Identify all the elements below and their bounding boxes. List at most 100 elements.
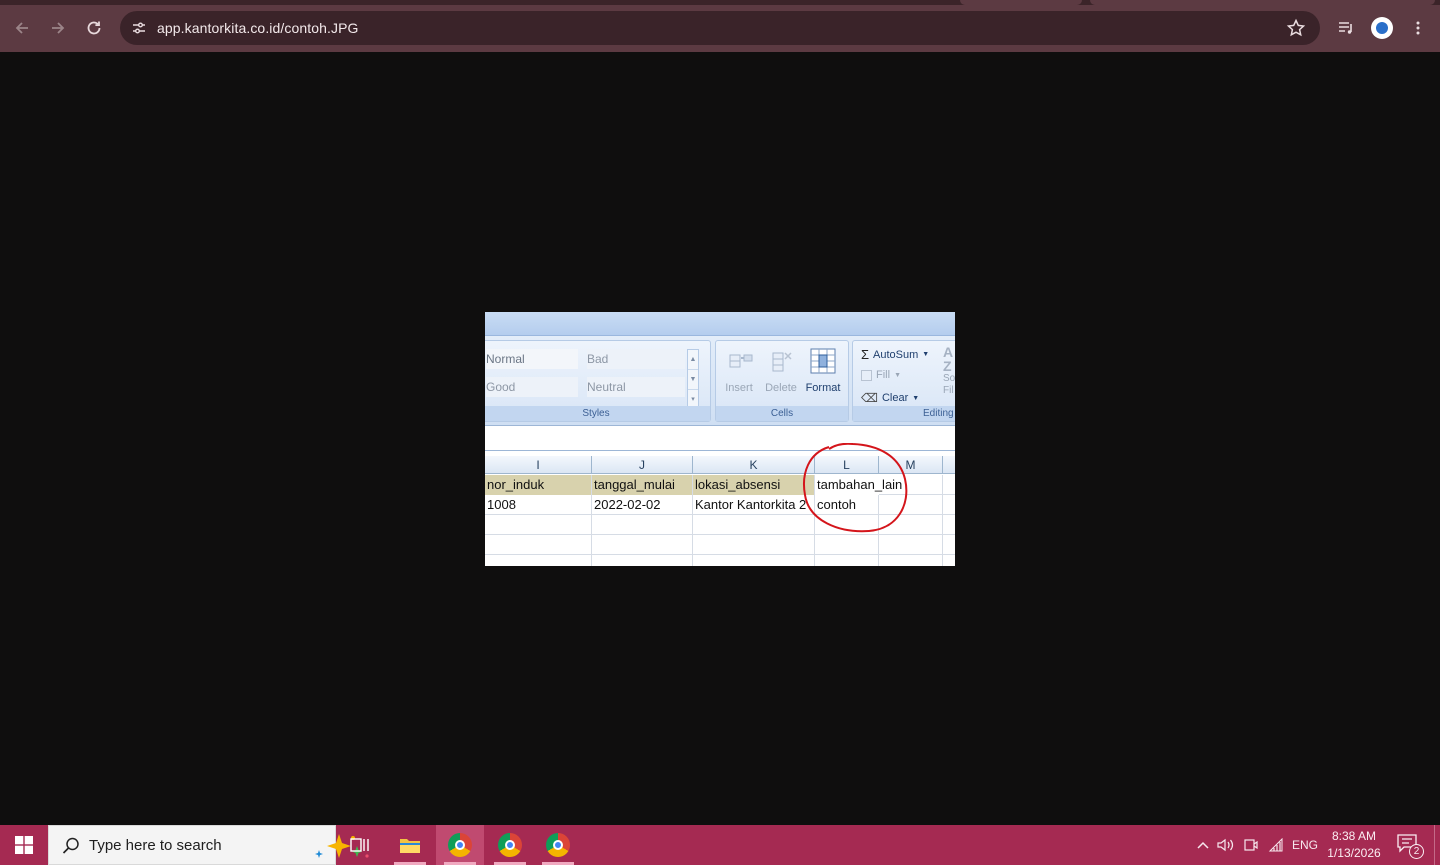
browser-menu-button[interactable]	[1404, 14, 1432, 42]
sort-filter-button[interactable]: AZ So Fil	[943, 345, 955, 397]
style-neutral[interactable]: Neutral	[587, 377, 685, 397]
cell-i-header[interactable]: nor_induk	[485, 475, 592, 495]
url-text[interactable]: app.kantorkita.co.id/contoh.JPG	[157, 20, 359, 36]
format-cells-icon	[810, 348, 836, 374]
fill-down-icon	[861, 369, 872, 381]
empty-cell[interactable]	[879, 535, 943, 555]
red-circle-annotation	[803, 443, 908, 533]
network-button[interactable]	[1264, 825, 1288, 865]
site-info-button[interactable]	[128, 17, 150, 39]
empty-cell[interactable]	[485, 515, 592, 535]
forward-button[interactable]	[44, 14, 72, 42]
chevron-down-icon: ▼	[894, 371, 901, 379]
excel-ribbon: Normal Bad Good Neutral ▲ ▼ ▾ Styles Ins…	[485, 336, 955, 426]
windows-logo-icon	[15, 836, 33, 854]
search-icon	[62, 837, 79, 854]
empty-cell[interactable]	[693, 535, 815, 555]
cell-j-data[interactable]: 2022-02-02	[592, 495, 693, 515]
reload-button[interactable]	[80, 14, 108, 42]
chevron-down-icon: ▼	[922, 351, 930, 358]
sort-label-partial-1: So	[943, 373, 955, 384]
empty-cell[interactable]	[815, 535, 879, 555]
column-header-overflow	[943, 456, 955, 474]
bookmark-button[interactable]	[1286, 18, 1306, 38]
empty-cell[interactable]	[815, 555, 879, 566]
show-desktop-button[interactable]	[1434, 825, 1440, 865]
image-viewport: Normal Bad Good Neutral ▲ ▼ ▾ Styles Ins…	[0, 52, 1440, 825]
show-hidden-icons-button[interactable]	[1192, 825, 1214, 865]
styles-gallery-scroll[interactable]: ▲ ▼ ▾	[687, 349, 699, 409]
column-header-k[interactable]: K	[693, 456, 815, 474]
insert-label: Insert	[725, 382, 753, 394]
style-good[interactable]: Good	[486, 377, 578, 397]
notification-center-button[interactable]: 2	[1396, 833, 1424, 859]
editing-group: Σ AutoSum ▼ Fill ▼ ⌫ Clear ▼ AZ So Fil E…	[852, 340, 955, 422]
scroll-up-icon[interactable]: ▲	[688, 350, 698, 370]
styles-group-label: Styles	[485, 406, 710, 421]
fill-button[interactable]: Fill ▼	[861, 369, 901, 381]
empty-cell[interactable]	[693, 555, 815, 566]
insert-button[interactable]: Insert	[720, 347, 758, 403]
eraser-icon: ⌫	[861, 391, 878, 405]
autosum-button[interactable]: Σ AutoSum ▼	[861, 347, 929, 362]
menu-kebab-icon	[1416, 21, 1420, 35]
empty-cell[interactable]	[592, 535, 693, 555]
clear-button[interactable]: ⌫ Clear ▼	[861, 391, 919, 405]
clock-time: 8:38 AM	[1331, 829, 1377, 843]
meet-now-button[interactable]	[1240, 825, 1262, 865]
cell-k-data[interactable]: Kantor Kantorkita 2	[693, 495, 815, 515]
site-info-icon	[133, 22, 145, 34]
styles-group: Normal Bad Good Neutral ▲ ▼ ▾ Styles	[485, 340, 711, 422]
clock-date: 1/13/2026	[1327, 846, 1381, 860]
table-row	[485, 555, 955, 566]
chevron-up-icon	[1197, 841, 1209, 849]
media-control-icon	[1339, 22, 1352, 34]
cells-group: Insert Delete Format Cells	[715, 340, 849, 422]
task-view-button[interactable]	[336, 825, 384, 865]
empty-cell[interactable]	[693, 515, 815, 535]
wifi-icon	[1268, 838, 1283, 852]
empty-cell[interactable]	[485, 555, 592, 566]
format-button[interactable]: Format	[804, 347, 842, 403]
cell-j-header[interactable]: tanggal_mulai	[592, 475, 693, 495]
address-bar[interactable]: app.kantorkita.co.id/contoh.JPG	[120, 11, 1320, 45]
table-row	[485, 535, 955, 555]
style-normal[interactable]: Normal	[486, 349, 578, 369]
bookmark-star-icon	[1286, 18, 1306, 37]
format-label: Format	[805, 382, 841, 394]
column-header-j[interactable]: J	[592, 456, 693, 474]
delete-button[interactable]: Delete	[762, 347, 800, 403]
clock[interactable]: 8:38 AM 1/13/2026	[1322, 828, 1386, 862]
folder-icon	[400, 839, 420, 853]
autosum-label: AutoSum	[873, 348, 919, 361]
editing-group-label: Editing	[853, 406, 955, 421]
volume-button[interactable]	[1215, 825, 1237, 865]
browser-tab[interactable]	[960, 0, 1082, 5]
camera-icon	[1244, 839, 1258, 851]
language-indicator[interactable]: ENG	[1290, 825, 1320, 865]
start-button[interactable]	[0, 825, 48, 865]
chrome-window-2-button[interactable]	[486, 825, 534, 865]
empty-cell[interactable]	[592, 515, 693, 535]
empty-cell[interactable]	[879, 555, 943, 566]
file-explorer-button[interactable]	[386, 825, 434, 865]
chrome-icon	[546, 833, 570, 857]
back-button[interactable]	[8, 14, 36, 42]
fill-label: Fill	[876, 369, 891, 381]
excel-screenshot-image[interactable]: Normal Bad Good Neutral ▲ ▼ ▾ Styles Ins…	[485, 312, 955, 566]
profile-button[interactable]	[1368, 14, 1396, 42]
chrome-window-3-button[interactable]	[534, 825, 582, 865]
media-control-button[interactable]	[1332, 14, 1360, 42]
chrome-window-1-button[interactable]	[436, 825, 484, 865]
empty-cell[interactable]	[592, 555, 693, 566]
cell-k-header[interactable]: lokasi_absensi	[693, 475, 815, 495]
style-bad[interactable]: Bad	[587, 349, 685, 369]
browser-tab[interactable]	[1090, 0, 1435, 5]
ribbon-tab-bar	[485, 312, 955, 336]
task-view-icon	[350, 838, 369, 852]
taskbar-search[interactable]: Type here to search	[48, 825, 369, 865]
scroll-down-icon[interactable]: ▼	[688, 370, 698, 390]
cell-i-data[interactable]: 1008	[485, 495, 592, 515]
empty-cell[interactable]	[485, 535, 592, 555]
column-header-i[interactable]: I	[485, 456, 592, 474]
